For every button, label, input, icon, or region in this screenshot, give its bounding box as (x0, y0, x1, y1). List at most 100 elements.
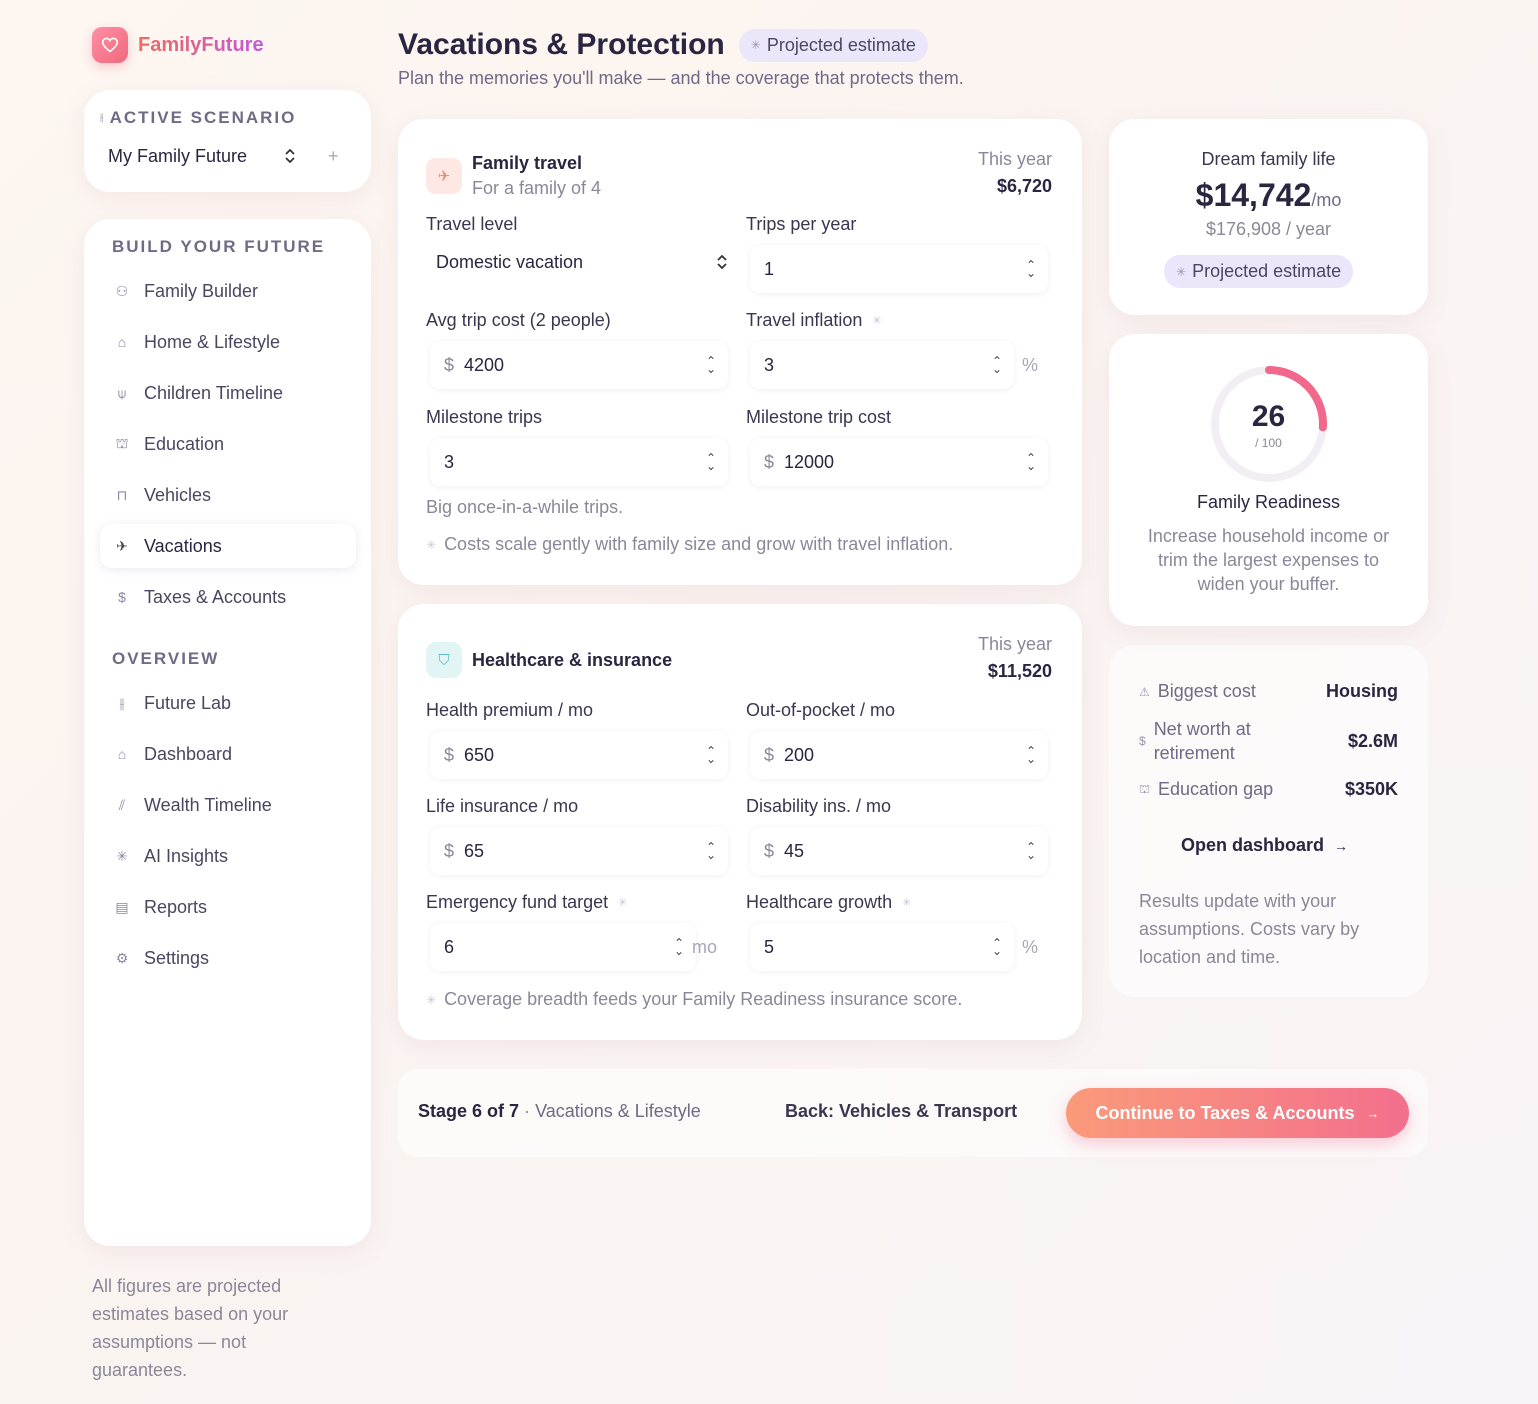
emergency-fund-label: Emergency fund target ✳ (426, 892, 628, 912)
nav-item-home-lifestyle[interactable]: ⌂ Home & Lifestyle (100, 320, 356, 364)
scenario-select[interactable]: My Family Future (108, 146, 247, 167)
nav-item-children-timeline[interactable]: ⍦ Children Timeline (100, 371, 356, 415)
stat-net-worth: $ Net worth at retirement $2.6M (1139, 719, 1398, 763)
nav-item-family-builder[interactable]: ⚇ Family Builder (100, 269, 356, 313)
trips-per-year-input[interactable]: 1 ⌃ ⌄ (750, 245, 1048, 293)
dream-label: Dream family life (1201, 149, 1336, 169)
house-icon: ⌂ (117, 746, 127, 762)
travel-level-select[interactable]: Domestic vacation (436, 244, 728, 280)
travel-card-header: ✈ Family travel For a family of 4 (426, 153, 601, 199)
people-icon: ⚇ (115, 282, 129, 299)
info-icon[interactable]: ✳ (902, 896, 911, 909)
arrow-right-icon: → (1334, 837, 1349, 854)
gear-icon: ⚙ (115, 949, 129, 966)
health-title: Healthcare & insurance (472, 649, 673, 670)
dream-yearly-value: $176,908 / year (1205, 219, 1332, 239)
milestone-trips-input[interactable]: 3 ⌃ ⌄ (430, 438, 728, 486)
readiness-score: 26 (1251, 400, 1286, 433)
stepper-icon[interactable]: ⌃ ⌄ (992, 355, 1002, 375)
stage-indicator: Stage 6 of 7 · Vacations & Lifestyle (418, 1101, 701, 1121)
nav-card: BUILD YOUR FUTURE ⚇ Family Builder ⌂ Hom… (84, 219, 371, 1246)
sparkle-icon: ✳ (426, 992, 437, 1007)
healthcare-growth-input[interactable]: 5 ⌃ ⌄ (750, 923, 1014, 971)
dollar-icon: $ (1139, 734, 1146, 748)
milestone-trips-label: Milestone trips (426, 407, 543, 427)
page-title: Vacations & Protection (398, 28, 725, 61)
stepper-icon[interactable]: ⌃ ⌄ (1026, 841, 1036, 861)
health-premium-input[interactable]: $ 650 ⌃ ⌄ (430, 731, 728, 779)
travel-note: ✳ Costs scale gently with family size an… (426, 534, 954, 554)
months-unit: mo (692, 937, 718, 957)
add-scenario-button[interactable]: + (328, 146, 339, 167)
nav-item-dashboard[interactable]: ⌂ Dashboard (100, 732, 356, 776)
stepper-icon[interactable]: ⌃ ⌄ (992, 937, 1002, 957)
chevron-updown-icon (717, 254, 727, 270)
nav-item-ai-insights[interactable]: ✳ AI Insights (100, 834, 356, 878)
info-icon[interactable]: ✳ (618, 896, 627, 909)
healthcare-growth-label: Healthcare growth ✳ (746, 892, 912, 912)
trips-per-year-label: Trips per year (746, 214, 857, 234)
percent-unit: % (1022, 937, 1039, 957)
document-icon: ▤ (115, 898, 129, 915)
health-note: ✳ Coverage breadth feeds your Family Rea… (426, 989, 963, 1009)
avg-trip-cost-input[interactable]: $ 4200 ⌃ ⌄ (430, 341, 728, 389)
nav-item-wealth-timeline[interactable]: ⫽ Wealth Timeline (100, 783, 356, 827)
readiness-title: Family Readiness (1196, 492, 1341, 512)
scenario-label: ⫲ ACTIVE SCENARIO (100, 108, 297, 127)
stepper-icon[interactable]: ⌃ ⌄ (706, 355, 716, 375)
travel-inflation-input[interactable]: 3 ⌃ ⌄ (750, 341, 1014, 389)
lab-icon: ⫲ (119, 694, 125, 711)
continue-button[interactable]: Continue to Taxes & Accounts → (1066, 1088, 1409, 1138)
open-dashboard-link[interactable]: Open dashboard → (1181, 835, 1348, 856)
shield-icon: ⛉ (426, 642, 462, 678)
nav-item-reports[interactable]: ▤ Reports (100, 885, 356, 929)
plane-icon: ✈ (116, 537, 128, 554)
milestone-helper-text: Big once-in-a-while trips. (426, 497, 624, 517)
milestone-trip-cost-input[interactable]: $ 12000 ⌃ ⌄ (750, 438, 1048, 486)
stepper-icon[interactable]: ⌃ ⌄ (1026, 745, 1036, 765)
percent-unit: % (1022, 355, 1039, 375)
stepper-icon[interactable]: ⌃ ⌄ (706, 745, 716, 765)
sparkle-icon: ✳ (426, 537, 437, 552)
info-icon[interactable]: ✳ (872, 314, 881, 327)
disability-ins-input[interactable]: $ 45 ⌃ ⌄ (750, 827, 1048, 875)
nav-item-vehicles[interactable]: ⊓ Vehicles (100, 473, 356, 517)
nav-item-education[interactable]: ⛫ Education (100, 422, 356, 466)
heart-icon (92, 27, 128, 63)
scenario-card: ⫲ ACTIVE SCENARIO My Family Future + (84, 90, 371, 192)
sparkle-icon: ✳ (750, 38, 761, 52)
page-header: Vacations & Protection ✳ Projected estim… (398, 28, 928, 62)
bar-chart-icon: ⫽ (118, 796, 126, 813)
brand[interactable]: FamilyFuture (92, 27, 264, 63)
chevron-updown-icon[interactable] (284, 148, 296, 167)
family-travel-card: ✈ Family travel For a family of 4 This y… (398, 119, 1082, 585)
projected-badge: ✳ Projected estimate (1164, 255, 1354, 288)
nav-item-vacations[interactable]: ✈ Vacations (100, 524, 356, 568)
health-year-total: This year $11,520 (977, 634, 1052, 681)
dollar-icon: $ (118, 589, 126, 605)
travel-subtitle: For a family of 4 (472, 178, 602, 198)
stat-education-gap: ⛫ Education gap $350K (1139, 779, 1398, 799)
sliders-icon: ⫲ (100, 111, 104, 124)
back-button[interactable]: Back: Vehicles & Transport (785, 1101, 1017, 1122)
nav-item-settings[interactable]: ⚙ Settings (100, 936, 356, 980)
stepper-icon[interactable]: ⌃ ⌄ (1026, 452, 1036, 472)
stepper-icon[interactable]: ⌃ ⌄ (1026, 259, 1036, 279)
life-insurance-input[interactable]: $ 65 ⌃ ⌄ (430, 827, 728, 875)
stage-footer: Stage 6 of 7 · Vacations & Lifestyle Bac… (398, 1069, 1428, 1157)
stepper-icon[interactable]: ⌃ ⌄ (706, 841, 716, 861)
dream-monthly-value: $14,742/mo (1195, 177, 1342, 213)
plane-icon: ✈ (426, 158, 462, 194)
home-icon: ⌂ (117, 334, 127, 350)
nav-item-future-lab[interactable]: ⫲ Future Lab (100, 681, 356, 725)
stepper-icon[interactable]: ⌃ ⌄ (706, 452, 716, 472)
projected-badge: ✳ Projected estimate (738, 28, 928, 62)
nav-item-taxes-accounts[interactable]: $ Taxes & Accounts (100, 575, 356, 619)
travel-inflation-label: Travel inflation ✳ (746, 310, 882, 330)
out-of-pocket-input[interactable]: $ 200 ⌃ ⌄ (750, 731, 1048, 779)
healthcare-card: ⛉ Healthcare & insurance This year $11,5… (398, 604, 1082, 1040)
travel-title: Family travel (472, 153, 583, 173)
emergency-fund-input[interactable]: 6 ⌃ ⌄ (430, 923, 696, 971)
graduation-cap-icon: ⛫ (115, 434, 129, 451)
stepper-icon[interactable]: ⌃ ⌄ (674, 937, 684, 957)
